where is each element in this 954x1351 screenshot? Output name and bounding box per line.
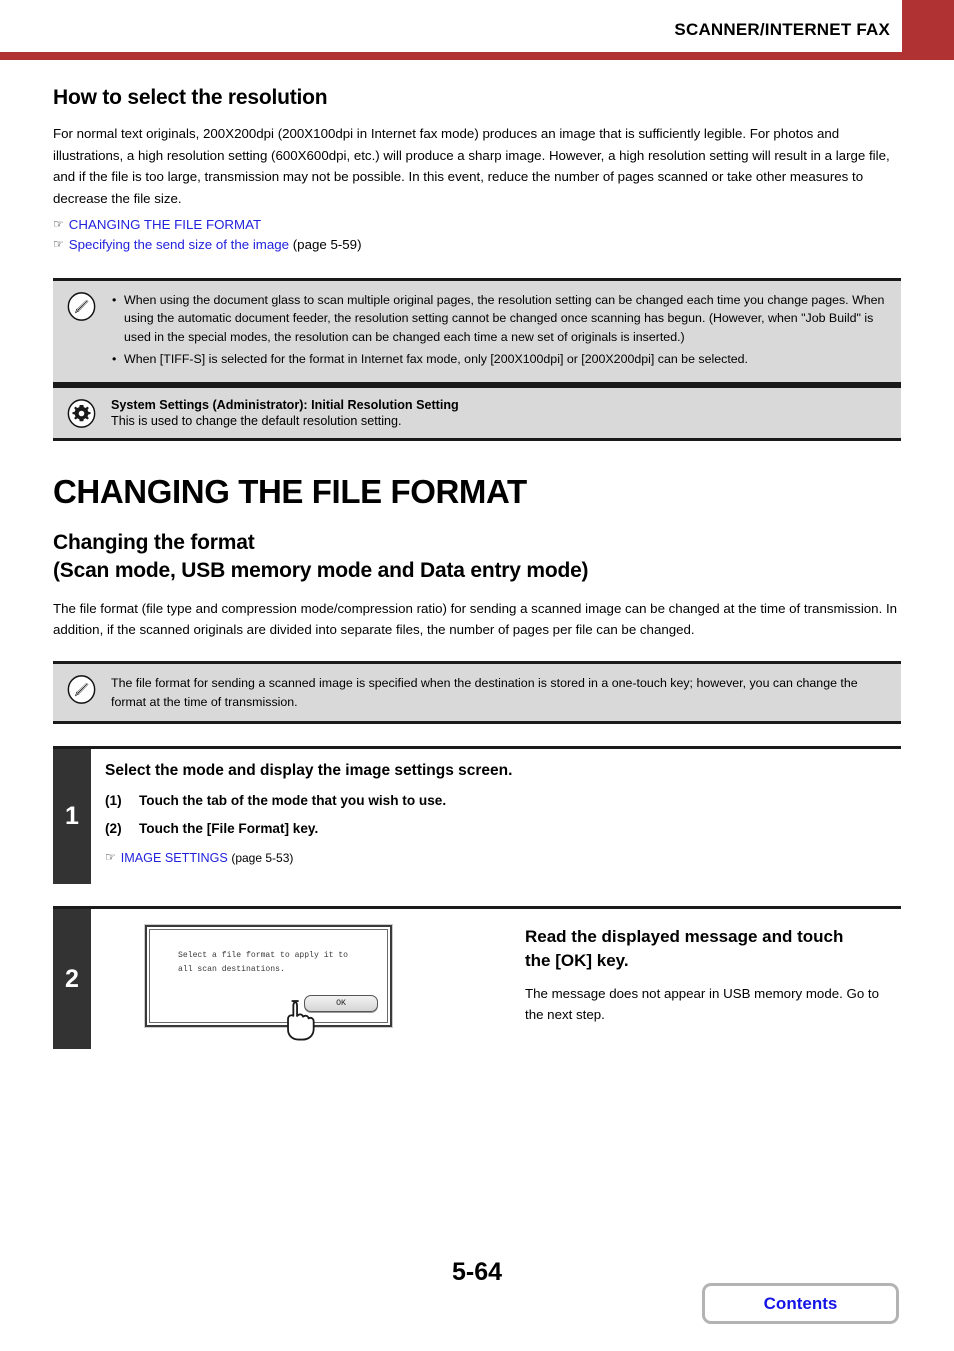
xref-link-label[interactable]: IMAGE SETTINGS <box>121 851 228 865</box>
pointing-hand-icon <box>279 997 317 1043</box>
header-accent-block <box>902 0 954 52</box>
step-1-body: Select the mode and display the image se… <box>91 749 901 884</box>
step-2-number: 2 <box>53 909 91 1050</box>
gear-icon <box>67 399 96 428</box>
note-box-resolution: When using the document glass to scan mu… <box>53 277 901 385</box>
admin-box-text: This is used to change the default resol… <box>111 413 402 428</box>
admin-settings-box: System Settings (Administrator): Initial… <box>53 384 901 441</box>
step-2-figure: Select a file format to apply it to all … <box>91 909 511 1049</box>
file-format-paragraph: The file format (file type and compressi… <box>53 600 898 638</box>
step-2-heading-line-1: Read the displayed message and touch <box>525 927 844 947</box>
resolution-paragraph: For normal text originals, 200X200dpi (2… <box>53 126 890 206</box>
step-1-substep-2: (2) Touch the [File Format] key. <box>105 821 901 836</box>
procedure-steps: 1 Select the mode and display the image … <box>53 746 901 1050</box>
step-1-number: 1 <box>53 749 91 885</box>
note-text: The file format for sending a scanned im… <box>111 675 858 709</box>
page-content: How to select the resolution For normal … <box>53 75 901 1050</box>
pointer-hand-icon: ☞ <box>105 850 116 865</box>
xref-link-label[interactable]: CHANGING THE FILE FORMAT <box>69 217 261 232</box>
step-1-heading: Select the mode and display the image se… <box>105 762 513 780</box>
xref-image-settings[interactable]: ☞ IMAGE SETTINGS (page 5-53) <box>105 849 901 868</box>
pointer-hand-icon: ☞ <box>53 237 64 252</box>
xref-changing-file-format[interactable]: ☞ CHANGING THE FILE FORMAT <box>53 215 901 235</box>
pencil-note-icon <box>67 291 96 321</box>
substep-index: (1) <box>105 793 122 809</box>
note-bullet: When using the document glass to scan mu… <box>111 291 887 348</box>
step-2-body: Select a file format to apply it to all … <box>91 909 901 1049</box>
substep-index: (2) <box>105 821 122 837</box>
file-format-subheading: Changing the format (Scan mode, USB memo… <box>53 529 901 586</box>
pointer-hand-icon: ☞ <box>53 217 64 232</box>
device-screen-message: Select a file format to apply it to all … <box>178 951 348 974</box>
admin-box-title: System Settings (Administrator): Initial… <box>111 397 459 412</box>
step-2: 2 Select a file format to apply it to al… <box>53 906 901 1050</box>
device-screen-illustration: Select a file format to apply it to all … <box>145 925 392 1028</box>
step-2-heading-line-2: the [OK] key. <box>525 950 629 970</box>
page-title: CHANGING THE FILE FORMAT <box>53 472 527 510</box>
header-accent-rule <box>0 52 954 60</box>
step-1-substep-1: (1) Touch the tab of the mode that you w… <box>105 793 901 808</box>
xref-specifying-send-size[interactable]: ☞ Specifying the send size of the image (… <box>53 235 901 255</box>
subheading-line-2: (Scan mode, USB memory mode and Data ent… <box>53 559 589 583</box>
substep-text: Touch the tab of the mode that you wish … <box>139 793 447 809</box>
pencil-note-icon <box>67 674 96 704</box>
contents-button[interactable]: Contents <box>702 1283 899 1324</box>
xref-page-ref: (page 5-59) <box>292 237 362 253</box>
step-2-heading: Read the displayed message and touch the… <box>525 925 901 972</box>
note-bullet-list: When using the document glass to scan mu… <box>111 291 887 369</box>
step-1: 1 Select the mode and display the image … <box>53 746 901 885</box>
note-bullet: When [TIFF-S] is selected for the format… <box>111 350 887 369</box>
substep-text: Touch the [File Format] key. <box>139 821 319 837</box>
note-box-file-format: The file format for sending a scanned im… <box>53 660 901 725</box>
resolution-heading: How to select the resolution <box>53 86 328 109</box>
page-header: SCANNER/INTERNET FAX <box>0 0 954 60</box>
page-header-title: SCANNER/INTERNET FAX <box>674 20 890 39</box>
subheading-line-1: Changing the format <box>53 530 255 554</box>
xref-link-label[interactable]: Specifying the send size of the image <box>69 237 289 252</box>
step-2-paragraph: The message does not appear in USB memor… <box>525 986 880 1022</box>
xref-page-ref: (page 5-53) <box>231 851 294 866</box>
step-2-text: Read the displayed message and touch the… <box>511 909 901 1049</box>
